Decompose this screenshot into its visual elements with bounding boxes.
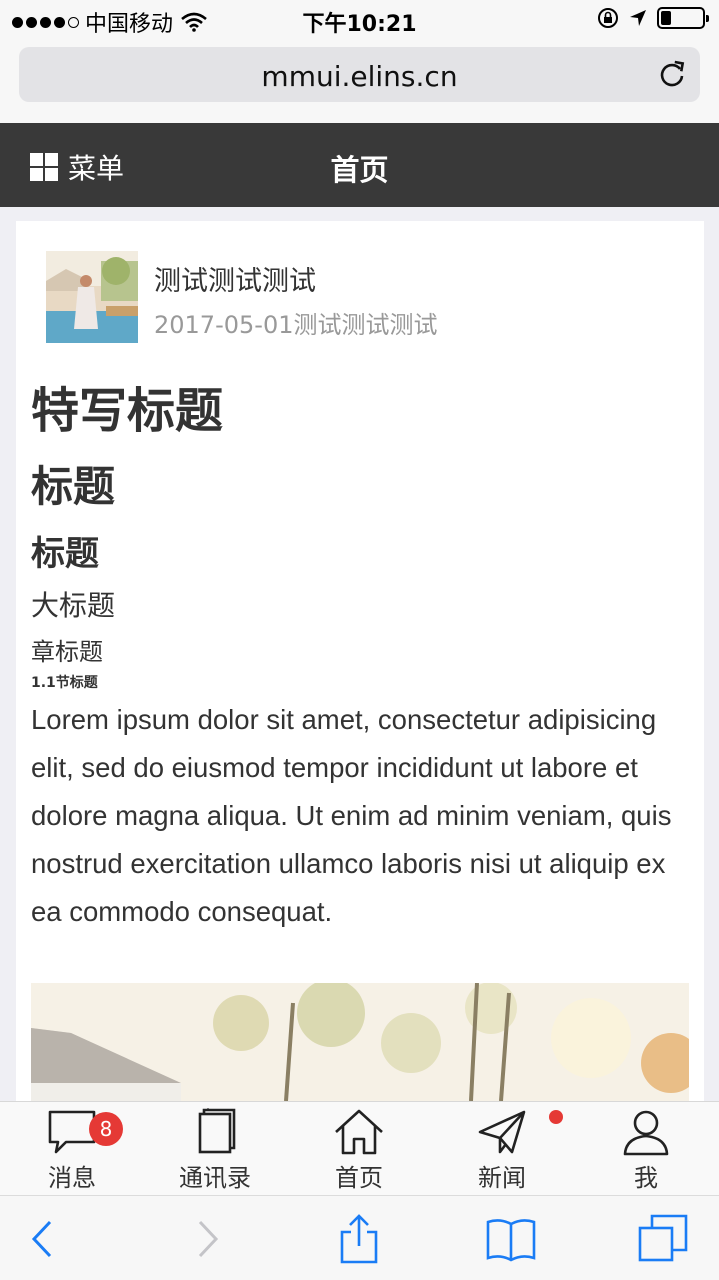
bookmarks-icon[interactable] (486, 1214, 536, 1264)
reload-icon[interactable] (658, 60, 686, 88)
battery-icon (657, 7, 709, 29)
tab-label: 新闻 (478, 1164, 526, 1192)
tab-label: 消息 (48, 1164, 96, 1192)
news-icon (478, 1110, 526, 1154)
news-notification-dot (549, 1110, 563, 1124)
app-header: 菜单 首页 (0, 123, 719, 207)
tab-messages[interactable]: 消息 8 (17, 1108, 127, 1192)
tabs-icon[interactable] (638, 1214, 688, 1264)
status-right (597, 7, 709, 29)
status-bar: 中国移动 下午10:21 (0, 0, 719, 40)
forward-icon[interactable] (180, 1214, 230, 1264)
author-meta: 2017-05-01测试测试测试 (154, 311, 438, 339)
article-card: 测试测试测试 2017-05-01测试测试测试 特写标题 标题 标题 大标题 章… (16, 221, 704, 1101)
tab-news[interactable]: 新闻 (447, 1108, 563, 1192)
tab-label: 我 (634, 1164, 658, 1192)
article-body: Lorem ipsum dolor sit amet, consectetur … (31, 704, 672, 927)
url-text[interactable]: mmui.elins.cn (19, 60, 700, 93)
author-name: 测试测试测试 (154, 266, 316, 297)
bottom-tab-bar: 消息 8 通讯录 首页 新闻 我 (0, 1101, 719, 1195)
heading-4: 章标题 (31, 638, 103, 666)
contacts-icon (198, 1108, 236, 1154)
share-icon[interactable] (334, 1214, 384, 1264)
author-thumbnail (46, 251, 138, 343)
browser-toolbar (0, 1195, 719, 1280)
page-title: 首页 (330, 153, 389, 187)
heading-1: 标题 (31, 462, 116, 511)
browser-address-area: mmui.elins.cn (0, 40, 719, 123)
heading-5: 1.1节标题 (31, 675, 98, 691)
rotation-lock-icon (598, 8, 618, 28)
tab-home[interactable]: 首页 (304, 1108, 414, 1192)
article-photo (31, 983, 689, 1101)
location-arrow-icon (630, 10, 646, 26)
home-icon (335, 1109, 383, 1155)
tab-label: 首页 (335, 1164, 383, 1192)
heading-2: 标题 (31, 534, 99, 574)
user-icon (623, 1110, 669, 1156)
heading-3: 大标题 (31, 589, 116, 622)
tab-me[interactable]: 我 (591, 1108, 701, 1192)
url-bar[interactable]: mmui.elins.cn (19, 47, 700, 102)
unread-badge: 8 (89, 1112, 123, 1146)
tab-label: 通讯录 (179, 1164, 251, 1192)
tab-contacts[interactable]: 通讯录 (160, 1108, 270, 1192)
back-icon[interactable] (20, 1214, 70, 1264)
feature-heading: 特写标题 (31, 383, 224, 439)
